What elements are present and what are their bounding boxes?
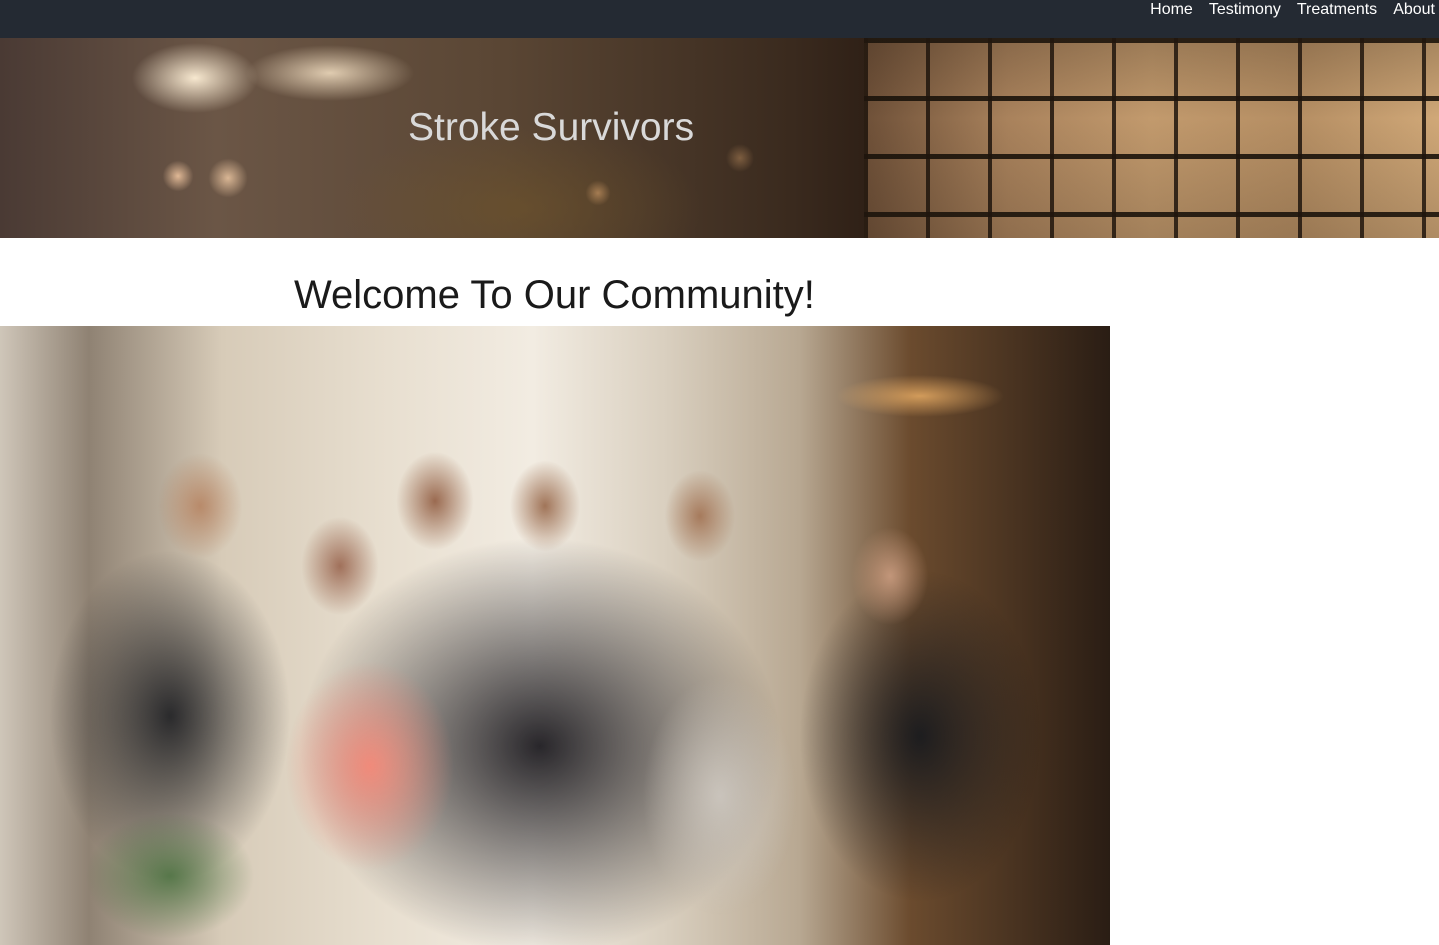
nav-link-treatments[interactable]: Treatments — [1297, 0, 1377, 20]
hero-banner: Stroke Survivors — [0, 38, 1439, 238]
nav-link-about[interactable]: About — [1393, 0, 1435, 20]
nav-link-testimony[interactable]: Testimony — [1209, 0, 1281, 20]
community-photo — [0, 326, 1110, 945]
nav-links: Home Testimony Treatments About — [1134, 0, 1435, 20]
photo-plant — [40, 756, 300, 945]
hero-title: Stroke Survivors — [408, 106, 695, 149]
nav-link-home[interactable]: Home — [1150, 0, 1193, 20]
hero-image-shade — [864, 38, 1439, 238]
top-navbar: Home Testimony Treatments About — [0, 0, 1439, 38]
welcome-heading: Welcome To Our Community! — [294, 273, 815, 317]
